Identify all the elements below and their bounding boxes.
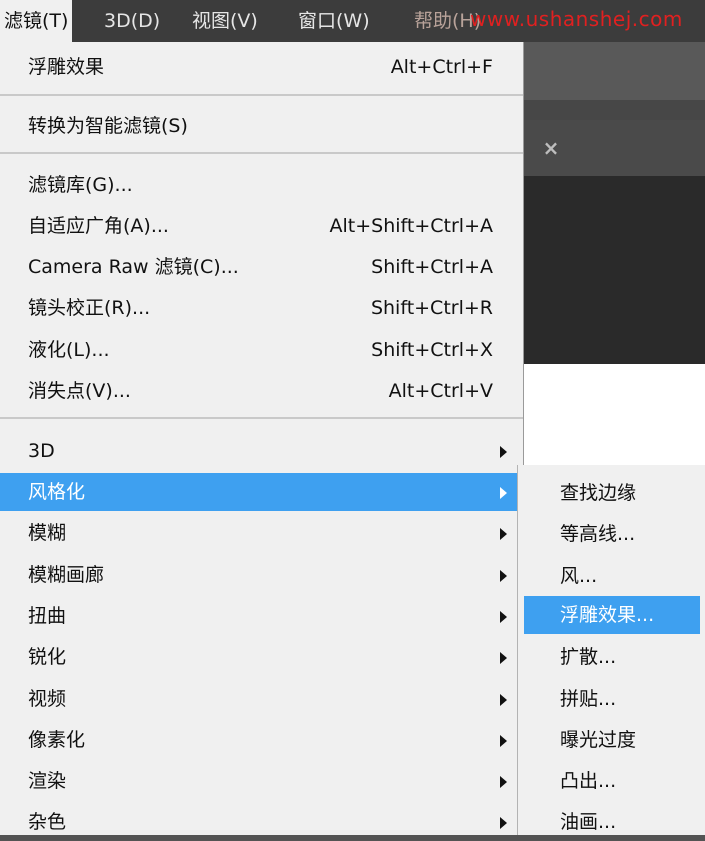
menu-item-convert-smart-filter[interactable]: 转换为智能滤镜(S) bbox=[0, 107, 523, 145]
chevron-right-icon bbox=[500, 570, 507, 582]
menu-item-label: 模糊 bbox=[28, 522, 67, 544]
menu-item-label: 锐化 bbox=[28, 646, 67, 668]
menu-item-blur-gallery[interactable]: 模糊画廊 bbox=[0, 556, 523, 594]
menu-item-label: 转换为智能滤镜(S) bbox=[28, 115, 188, 137]
chevron-right-icon bbox=[500, 694, 507, 706]
chevron-right-icon bbox=[500, 528, 507, 540]
menu-item-stylize[interactable]: 风格化 bbox=[0, 473, 523, 511]
submenu-item-label: 油画... bbox=[560, 811, 617, 833]
submenu-item-label: 凸出... bbox=[560, 770, 617, 792]
menu-item-distort[interactable]: 扭曲 bbox=[0, 597, 523, 635]
menu-item-video[interactable]: 视频 bbox=[0, 680, 523, 718]
submenu-item-label: 查找边缘 bbox=[560, 482, 637, 504]
submenu-item-diffuse[interactable]: 扩散... bbox=[524, 638, 700, 676]
menu-view[interactable]: 视图(V) bbox=[188, 0, 262, 42]
menu-item-label: 3D bbox=[28, 440, 55, 462]
menu-3d[interactable]: 3D(D) bbox=[100, 0, 164, 42]
submenu-item-label: 风... bbox=[560, 565, 598, 587]
menu-item-label: 自适应广角(A)... bbox=[28, 215, 169, 237]
menu-separator bbox=[0, 417, 523, 419]
menu-item-sharpen[interactable]: 锐化 bbox=[0, 638, 523, 676]
menu-item-vanishing-point[interactable]: 消失点(V)... Alt+Ctrl+V bbox=[0, 372, 523, 410]
options-bar bbox=[524, 42, 705, 100]
chevron-right-icon bbox=[500, 817, 507, 829]
menu-item-last-filter[interactable]: 浮雕效果 Alt+Ctrl+F bbox=[0, 48, 523, 86]
menu-item-lens-correction[interactable]: 镜头校正(R)... Shift+Ctrl+R bbox=[0, 289, 523, 327]
menu-item-noise[interactable]: 杂色 bbox=[0, 803, 523, 841]
submenu-item-find-edges[interactable]: 查找边缘 bbox=[524, 474, 700, 512]
menu-item-label: 风格化 bbox=[28, 481, 86, 503]
filter-menu: 浮雕效果 Alt+Ctrl+F 转换为智能滤镜(S) 滤镜库(G)... 自适应… bbox=[0, 42, 524, 835]
stylize-submenu: 查找边缘 等高线... 风... 浮雕效果... 扩散... 拼贴... 曝光过… bbox=[517, 465, 705, 835]
menu-item-pixelate[interactable]: 像素化 bbox=[0, 721, 523, 759]
menu-separator bbox=[0, 94, 523, 96]
workspace-area bbox=[524, 176, 705, 364]
submenu-item-oil-paint[interactable]: 油画... bbox=[524, 803, 700, 841]
submenu-item-wind[interactable]: 风... bbox=[524, 557, 700, 595]
submenu-item-label: 拼贴... bbox=[560, 688, 617, 710]
submenu-item-tiles[interactable]: 拼贴... bbox=[524, 680, 700, 718]
menu-window[interactable]: 窗口(W) bbox=[294, 0, 374, 42]
menu-item-shortcut: Shift+Ctrl+R bbox=[370, 297, 493, 319]
submenu-item-label: 等高线... bbox=[560, 523, 636, 545]
menu-item-label: 液化(L)... bbox=[28, 339, 110, 361]
submenu-item-solarize[interactable]: 曝光过度 bbox=[524, 721, 700, 759]
submenu-item-label: 曝光过度 bbox=[560, 729, 637, 751]
menu-item-adaptive-wide-angle[interactable]: 自适应广角(A)... Alt+Shift+Ctrl+A bbox=[0, 207, 523, 245]
menu-item-blur[interactable]: 模糊 bbox=[0, 514, 523, 552]
menu-item-render[interactable]: 渲染 bbox=[0, 762, 523, 800]
menu-item-label: 浮雕效果 bbox=[28, 56, 105, 78]
menu-item-filter-gallery[interactable]: 滤镜库(G)... bbox=[0, 166, 523, 204]
chevron-right-icon bbox=[500, 652, 507, 664]
menu-item-label: 视频 bbox=[28, 688, 67, 710]
menu-item-shortcut: Shift+Ctrl+X bbox=[371, 339, 493, 361]
menu-item-shortcut: Shift+Ctrl+A bbox=[371, 256, 493, 278]
menu-filter[interactable]: 滤镜(T) bbox=[0, 0, 73, 42]
watermark: www.ushanshej.com bbox=[470, 7, 683, 31]
menu-item-label: Camera Raw 滤镜(C)... bbox=[28, 256, 239, 278]
submenu-item-emboss[interactable]: 浮雕效果... bbox=[524, 596, 700, 634]
submenu-item-label: 扩散... bbox=[560, 646, 617, 668]
chevron-right-icon bbox=[500, 735, 507, 747]
menu-item-label: 像素化 bbox=[28, 729, 86, 751]
menu-bar: 滤镜(T) 3D(D) 视图(V) 窗口(W) 帮助(H) www.ushans… bbox=[0, 0, 705, 42]
menu-item-3d[interactable]: 3D bbox=[0, 432, 523, 470]
submenu-item-extrude[interactable]: 凸出... bbox=[524, 762, 700, 800]
menu-item-label: 扭曲 bbox=[28, 605, 67, 627]
menu-item-shortcut: Alt+Shift+Ctrl+A bbox=[329, 215, 493, 237]
menu-item-camera-raw[interactable]: Camera Raw 滤镜(C)... Shift+Ctrl+A bbox=[0, 248, 523, 286]
chevron-right-icon bbox=[500, 487, 507, 499]
chevron-right-icon bbox=[500, 776, 507, 788]
menu-item-shortcut: Alt+Ctrl+F bbox=[390, 56, 493, 78]
menu-item-label: 镜头校正(R)... bbox=[28, 297, 151, 319]
menu-item-liquify[interactable]: 液化(L)... Shift+Ctrl+X bbox=[0, 331, 523, 369]
toolbar-strip bbox=[524, 100, 705, 120]
menu-item-label: 渲染 bbox=[28, 770, 67, 792]
chevron-right-icon bbox=[500, 446, 507, 458]
menu-item-label: 杂色 bbox=[28, 811, 67, 833]
menu-item-label: 消失点(V)... bbox=[28, 380, 131, 402]
menu-separator bbox=[0, 152, 523, 154]
submenu-item-trace-contour[interactable]: 等高线... bbox=[524, 515, 700, 553]
submenu-item-label: 浮雕效果... bbox=[560, 604, 655, 626]
close-icon[interactable]: × bbox=[536, 120, 566, 176]
menu-item-shortcut: Alt+Ctrl+V bbox=[388, 380, 493, 402]
chevron-right-icon bbox=[500, 611, 507, 623]
menu-item-label: 模糊画廊 bbox=[28, 564, 105, 586]
menu-item-label: 滤镜库(G)... bbox=[28, 174, 133, 196]
